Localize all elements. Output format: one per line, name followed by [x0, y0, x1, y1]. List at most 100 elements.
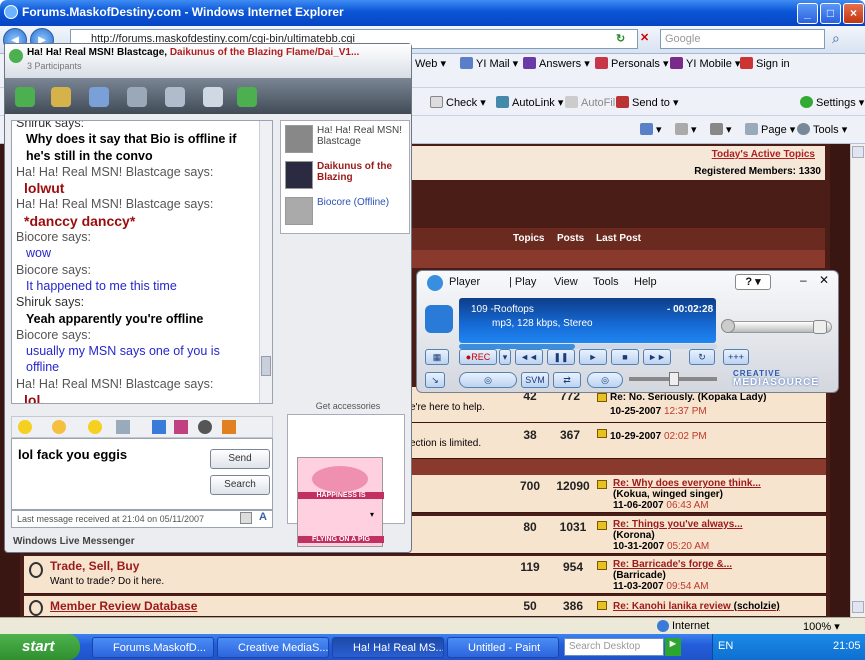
- feeds-icon[interactable]: ▾: [675, 123, 697, 136]
- search-icon[interactable]: ⌕: [832, 30, 852, 50]
- previous-button[interactable]: ◄◄: [515, 349, 543, 365]
- invite-icon[interactable]: [15, 87, 35, 107]
- volume-thumb[interactable]: [813, 320, 827, 334]
- scroll-thumb[interactable]: [261, 356, 271, 376]
- mail-button[interactable]: YI Mail ▾: [460, 57, 518, 70]
- page-scrollbar[interactable]: [850, 144, 865, 617]
- refresh-icon[interactable]: ↻: [616, 32, 630, 46]
- close-icon[interactable]: ✕: [819, 273, 829, 287]
- tools-menu[interactable]: Tools ▾: [797, 123, 847, 136]
- emoticon-icon[interactable]: [18, 420, 32, 434]
- active-topics-link[interactable]: Today's Active Topics: [712, 149, 815, 160]
- fx-button[interactable]: +++: [723, 349, 749, 365]
- text-format-icon[interactable]: A: [259, 511, 267, 523]
- minimize-icon[interactable]: –: [800, 273, 807, 287]
- speaker-icon[interactable]: [721, 319, 735, 333]
- shuffle-icon[interactable]: ⇄: [553, 372, 581, 388]
- scroll-down-icon[interactable]: [852, 601, 864, 613]
- last-post-link[interactable]: Re: Why does everyone think...: [613, 478, 761, 489]
- help-button[interactable]: ? ▾: [735, 274, 771, 290]
- resize-icon[interactable]: ↘: [425, 372, 445, 388]
- scroll-up-icon[interactable]: [852, 146, 864, 158]
- svm-button[interactable]: SVM: [521, 372, 549, 388]
- call-icon[interactable]: [127, 87, 147, 107]
- contact-blastcage[interactable]: Ha! Ha! Real MSN! Blastcage: [285, 125, 405, 155]
- forum-name-link[interactable]: Trade, Sell, Buy: [50, 559, 139, 573]
- record-menu-icon[interactable]: ▾: [499, 349, 511, 365]
- balance-slider[interactable]: [629, 372, 717, 386]
- start-button[interactable]: start: [0, 634, 80, 660]
- ad-menu-icon[interactable]: ▾: [370, 510, 374, 519]
- close-button[interactable]: ×: [843, 3, 864, 24]
- repeat-icon[interactable]: ↻: [689, 349, 715, 365]
- web-button[interactable]: Web ▾: [415, 57, 446, 70]
- send-button[interactable]: Send: [210, 449, 270, 469]
- play-button[interactable]: ►: [579, 349, 607, 365]
- activities-icon[interactable]: [165, 87, 185, 107]
- last-post-link[interactable]: Re: Barricade's forge &...: [613, 559, 732, 570]
- eax-button[interactable]: ◎: [459, 372, 517, 388]
- forum-name-link[interactable]: Member Review Database: [50, 599, 197, 613]
- volume-slider[interactable]: [722, 320, 832, 334]
- balance-thumb[interactable]: [669, 372, 679, 386]
- next-button[interactable]: ►►: [643, 349, 671, 365]
- menu-player[interactable]: Player: [449, 276, 480, 288]
- block-icon[interactable]: [237, 87, 257, 107]
- personals-button[interactable]: Personals ▾: [595, 57, 669, 70]
- message-sender: Ha! Ha! Real MSN! Blastcage says:: [16, 376, 214, 391]
- share-files-icon[interactable]: [51, 87, 71, 107]
- nudge-icon[interactable]: [88, 420, 102, 434]
- voice-clip-icon[interactable]: [116, 420, 130, 434]
- language-indicator[interactable]: EN: [718, 640, 733, 652]
- library-icon[interactable]: [425, 305, 453, 333]
- task-ie[interactable]: Forums.MaskofD...: [92, 637, 214, 658]
- crystalizer-icon[interactable]: ◎: [587, 372, 623, 388]
- pause-button[interactable]: ❚❚: [547, 349, 575, 365]
- menu-help[interactable]: Help: [634, 276, 657, 288]
- task-messenger[interactable]: Ha! Ha! Real MS...: [332, 637, 444, 658]
- menu-play[interactable]: | Play: [509, 276, 536, 288]
- sendto-button[interactable]: Send to ▾: [616, 96, 679, 109]
- task-mediasource[interactable]: Creative MediaS...: [217, 637, 329, 658]
- pencil-icon[interactable]: [240, 512, 252, 524]
- video-call-icon[interactable]: [89, 87, 109, 107]
- search-go-icon[interactable]: ►: [665, 638, 681, 656]
- settings-button[interactable]: Settings ▾: [800, 96, 864, 109]
- playlist-icon[interactable]: ▦: [425, 349, 449, 365]
- handwriting-icon[interactable]: [198, 420, 212, 434]
- last-post-title[interactable]: Re: No. Seriously. (Kopaka Lady): [610, 392, 767, 403]
- last-post-link[interactable]: Re: Things you've always...: [613, 519, 743, 530]
- check-button[interactable]: Check ▾: [430, 96, 486, 109]
- wink-icon[interactable]: [52, 420, 66, 434]
- answers-button[interactable]: Answers ▾: [523, 57, 590, 70]
- contact-biocore[interactable]: Biocore (Offline): [285, 197, 405, 227]
- task-paint[interactable]: Untitled - Paint: [447, 637, 559, 658]
- signin-button[interactable]: Sign in: [740, 57, 790, 70]
- search-input[interactable]: Google: [660, 29, 825, 49]
- search-button[interactable]: Search: [210, 475, 270, 495]
- maximize-button[interactable]: □: [820, 3, 841, 24]
- home-icon[interactable]: ▾: [640, 123, 662, 136]
- font-icon[interactable]: [152, 420, 166, 434]
- conversation-scrollbar[interactable]: [259, 121, 272, 403]
- menu-view[interactable]: View: [554, 276, 578, 288]
- last-post-link[interactable]: Re: Kanohi lanika review (scholzie): [613, 601, 780, 612]
- background-icon[interactable]: [174, 420, 188, 434]
- print-icon[interactable]: ▾: [710, 123, 732, 136]
- message-input[interactable]: lol fack you eggis Send Search: [11, 438, 273, 510]
- menu-tools[interactable]: Tools: [593, 276, 619, 288]
- col-lastpost: Last Post: [596, 233, 642, 244]
- page-menu[interactable]: Page ▾: [745, 123, 795, 136]
- mobile-button[interactable]: YI Mobile ▾: [670, 57, 740, 70]
- zoom-level[interactable]: 100% ▾: [803, 620, 840, 633]
- games-icon[interactable]: [203, 87, 223, 107]
- stop-button[interactable]: ■: [611, 349, 639, 365]
- autofill-button[interactable]: AutoFill: [565, 96, 618, 109]
- desktop-search-input[interactable]: Search Desktop: [564, 638, 664, 656]
- minimize-button[interactable]: _: [797, 3, 818, 24]
- autolink-button[interactable]: AutoLink ▾: [496, 96, 563, 109]
- stop-icon[interactable]: ✕: [640, 31, 656, 47]
- record-button[interactable]: ●REC: [459, 349, 497, 365]
- contact-daikunus[interactable]: Daikunus of the Blazing: [285, 161, 405, 191]
- windows-icon[interactable]: [222, 420, 236, 434]
